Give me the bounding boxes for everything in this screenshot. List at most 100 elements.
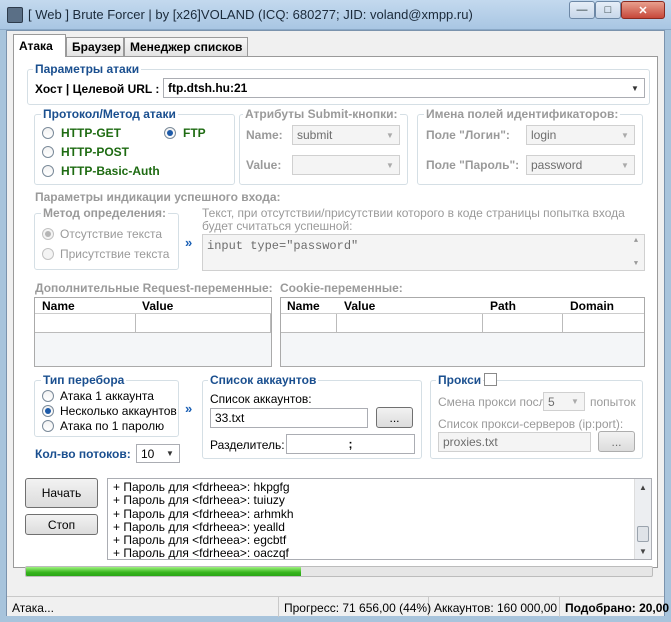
accounts-list-input[interactable]: 33.txt xyxy=(210,408,368,428)
submit-value-select[interactable]: ▼ xyxy=(292,155,400,175)
threads-label: Кол-во потоков: xyxy=(35,447,131,461)
log-line: + Пароль для <fdrheea>: oaczqf xyxy=(113,546,289,560)
log-line: + Пароль для <fdrheea>: yealld xyxy=(113,519,285,534)
radio-absence[interactable] xyxy=(42,228,54,240)
scroll-up-icon[interactable]: ▲ xyxy=(636,480,650,494)
radio-one-password[interactable] xyxy=(42,420,54,432)
chevron-down-icon[interactable]: ▼ xyxy=(383,158,397,172)
cookie-cell-path[interactable] xyxy=(483,314,563,333)
status-accounts: Аккаунтов: 160 000,00 xyxy=(429,597,560,617)
chevron-down-icon[interactable]: ▼ xyxy=(618,128,632,142)
req-cell-name[interactable] xyxy=(35,314,136,333)
cookie-cell-value[interactable] xyxy=(337,314,483,333)
label-one-password: Атака по 1 паролю xyxy=(60,419,165,433)
success-arrow: » xyxy=(185,235,193,250)
threads-select[interactable]: 10 ▼ xyxy=(136,444,180,463)
close-icon[interactable]: ✕ xyxy=(621,1,665,19)
tab-browser[interactable]: Браузер xyxy=(66,37,124,56)
stop-button[interactable]: Стоп xyxy=(25,514,98,535)
req-col-name: Name xyxy=(42,299,75,313)
submit-value-label: Value: xyxy=(246,158,282,172)
log-line: + Пароль для <fdrheea>: egcbtf xyxy=(113,533,287,548)
radio-presence[interactable] xyxy=(42,248,54,260)
attack-params-title: Параметры атаки xyxy=(33,62,142,76)
label-http-get: HTTP-GET xyxy=(61,126,121,140)
cookie-col-path: Path xyxy=(490,299,517,313)
separator-label: Разделитель: xyxy=(210,438,285,452)
log-line: + Пароль для <fdrheea>: hkpgfg xyxy=(113,480,290,494)
enum-type-title: Тип перебора xyxy=(41,373,127,387)
tab-list-manager[interactable]: Менеджер списков xyxy=(124,37,248,56)
label-http-post: HTTP-POST xyxy=(61,145,129,159)
scroll-down-icon[interactable]: ▼ xyxy=(636,544,650,558)
proxy-servers-input[interactable]: proxies.txt xyxy=(438,432,591,452)
title-bar[interactable]: [ Web ] Brute Forcer | by [x26]VOLAND (I… xyxy=(0,0,671,30)
minimize-icon[interactable]: — xyxy=(569,1,595,19)
proxy-checkbox[interactable] xyxy=(484,373,497,386)
cookie-vars-header: Name Value Path Domain xyxy=(281,298,644,314)
proxy-change-value: 5 xyxy=(548,395,555,409)
password-field-label: Поле "Пароль": xyxy=(426,158,520,172)
label-multiple-accounts: Несколько аккаунтов xyxy=(60,404,177,418)
cookie-cell-domain[interactable] xyxy=(563,314,644,333)
chevron-down-icon[interactable]: ▼ xyxy=(568,395,582,408)
chevron-down-icon[interactable]: ▼ xyxy=(628,81,642,95)
scroll-thumb[interactable] xyxy=(637,526,649,542)
success-description: Текст, при отсутствии/присутствии которо… xyxy=(202,206,625,233)
radio-single-account[interactable] xyxy=(42,390,54,402)
log-area[interactable]: + Пароль для <fdrheea>: hkpgfg + Пароль … xyxy=(107,478,652,560)
proxy-change-label: Смена прокси после xyxy=(438,395,553,409)
proxy-servers-label: Список прокси-серверов (ip:port): xyxy=(438,417,624,431)
chevron-down-icon[interactable]: ▼ xyxy=(163,447,177,460)
chevron-down-icon[interactable]: ▼ xyxy=(618,158,632,172)
login-field-label: Поле "Логин": xyxy=(426,128,510,142)
cookie-col-name: Name xyxy=(287,299,320,313)
cookie-cell-name[interactable] xyxy=(281,314,337,333)
tab-attack[interactable]: Атака xyxy=(13,34,66,57)
log-scrollbar[interactable]: ▲ ▼ xyxy=(634,479,651,559)
separator-input[interactable]: ; xyxy=(286,434,415,454)
request-vars-grid[interactable]: Name Value xyxy=(34,297,272,367)
success-text-value: input type="password" xyxy=(207,239,359,253)
threads-value: 10 xyxy=(141,447,155,461)
request-vars-header: Name Value xyxy=(35,298,271,314)
status-state: Атака... xyxy=(7,597,279,617)
request-vars-title: Дополнительные Request-переменные: xyxy=(33,281,275,295)
log-lines: + Пароль для <fdrheea>: hkpgfg + Пароль … xyxy=(108,479,651,560)
log-line: + Пароль для <fdrheea>: tuiuzy xyxy=(113,493,285,508)
label-presence: Присутствие текста xyxy=(60,247,170,261)
password-field-select[interactable]: password ▼ xyxy=(526,155,635,175)
host-label: Хост | Целевой URL : xyxy=(35,82,160,96)
submit-name-label: Name: xyxy=(246,128,283,142)
cookie-col-value: Value xyxy=(344,299,376,313)
radio-http-get[interactable] xyxy=(42,127,54,139)
radio-http-post[interactable] xyxy=(42,146,54,158)
submit-name-select[interactable]: submit ▼ xyxy=(292,125,400,145)
login-field-select[interactable]: login ▼ xyxy=(526,125,635,145)
req-col-value: Value xyxy=(142,299,174,313)
submit-name-value: submit xyxy=(297,128,333,142)
accounts-list-label: Список аккаунтов: xyxy=(210,392,312,406)
accounts-browse-button[interactable]: ... xyxy=(376,407,413,428)
success-text-area[interactable]: input type="password" ▲ ▼ xyxy=(202,234,645,271)
radio-ftp[interactable] xyxy=(164,127,176,139)
text-scrollbar[interactable]: ▲ ▼ xyxy=(629,236,643,269)
proxy-change-unit: попыток xyxy=(590,395,636,409)
host-url-value: ftp.dtsh.hu:21 xyxy=(168,81,248,95)
app-icon xyxy=(7,7,23,23)
host-url-field[interactable]: ftp.dtsh.hu:21 ▼ xyxy=(163,78,645,98)
log-line: + Пароль для <fdrheea>: arhmkh xyxy=(113,506,294,521)
cookie-vars-grid[interactable]: Name Value Path Domain xyxy=(280,297,645,367)
req-cell-value[interactable] xyxy=(136,314,271,333)
enum-arrow: » xyxy=(185,401,193,416)
status-bar: Атака... Прогресс: 71 656,00 (44%) Аккау… xyxy=(7,596,669,617)
proxy-change-select[interactable]: 5 ▼ xyxy=(543,392,585,411)
id-fields-title: Имена полей идентификаторов: xyxy=(424,107,621,121)
proxy-browse-button[interactable]: ... xyxy=(598,431,635,452)
chevron-down-icon[interactable]: ▼ xyxy=(383,128,397,142)
label-http-basic-auth: HTTP-Basic-Auth xyxy=(61,164,160,178)
start-button[interactable]: Начать xyxy=(25,478,98,508)
radio-multiple-accounts[interactable] xyxy=(42,405,54,417)
radio-http-basic-auth[interactable] xyxy=(42,165,54,177)
maximize-icon[interactable]: □ xyxy=(595,1,621,19)
